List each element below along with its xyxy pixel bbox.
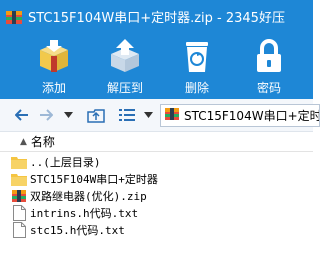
back-arrow-icon[interactable] <box>14 105 30 125</box>
recycle-bin-icon <box>177 37 217 75</box>
padlock-icon <box>249 37 289 75</box>
text-file-icon <box>11 204 27 221</box>
extract-to-button-label: 解压到 <box>106 81 143 95</box>
delete-button-label: 删除 <box>184 81 209 95</box>
add-button[interactable]: 添加 <box>24 33 84 99</box>
password-button-label: 密码 <box>256 81 281 95</box>
column-header: ▲ 名称 <box>0 132 313 152</box>
file-name: intrins.h代码.txt <box>30 206 139 220</box>
file-name: STC15F104W串口+定时器 <box>30 172 158 186</box>
password-button[interactable]: 密码 <box>239 33 299 99</box>
file-name: ..(上层目录) <box>30 155 101 169</box>
folder-icon <box>11 171 27 187</box>
file-name: stc15.h代码.txt <box>30 223 125 237</box>
up-folder-icon[interactable] <box>86 105 106 125</box>
list-item[interactable]: stc15.h代码.txt <box>11 221 125 238</box>
extract-upload-icon <box>105 37 145 75</box>
text-file-icon <box>11 221 27 238</box>
zip-archive-icon <box>11 188 27 204</box>
list-item[interactable]: intrins.h代码.txt <box>11 204 138 221</box>
archive-add-icon <box>34 37 74 75</box>
view-list-icon[interactable] <box>118 105 136 125</box>
add-button-label: 添加 <box>41 81 66 95</box>
forward-arrow-icon[interactable] <box>38 105 54 125</box>
list-item[interactable]: ..(上层目录) <box>11 153 101 170</box>
folder-icon <box>11 154 27 170</box>
view-dropdown-icon[interactable] <box>142 105 154 125</box>
column-header-name[interactable]: 名称 <box>31 133 55 150</box>
file-name: 双路继电器(优化).zip <box>30 189 147 203</box>
sort-up-icon: ▲ <box>20 136 27 147</box>
address-archive-icon <box>164 106 180 125</box>
app-archive-icon <box>5 8 23 26</box>
list-item[interactable]: 双路继电器(优化).zip <box>11 187 147 204</box>
history-dropdown-icon[interactable] <box>62 105 74 125</box>
list-item[interactable]: STC15F104W串口+定时器 <box>11 170 158 187</box>
address-bar[interactable]: STC15F104W串口+定时器 <box>160 104 320 127</box>
delete-button[interactable]: 删除 <box>167 33 227 99</box>
address-path: STC15F104W串口+定时器 <box>184 109 320 123</box>
window-title: STC15F104W串口+定时器.zip - 2345好压 <box>28 11 285 26</box>
navigation-toolbar: STC15F104W串口+定时器 <box>0 99 320 132</box>
ribbon-toolbar: 添加 解压到 删除 密码 <box>0 33 313 99</box>
title-bar: STC15F104W串口+定时器.zip - 2345好压 <box>0 0 313 33</box>
extract-to-button[interactable]: 解压到 <box>95 33 155 99</box>
